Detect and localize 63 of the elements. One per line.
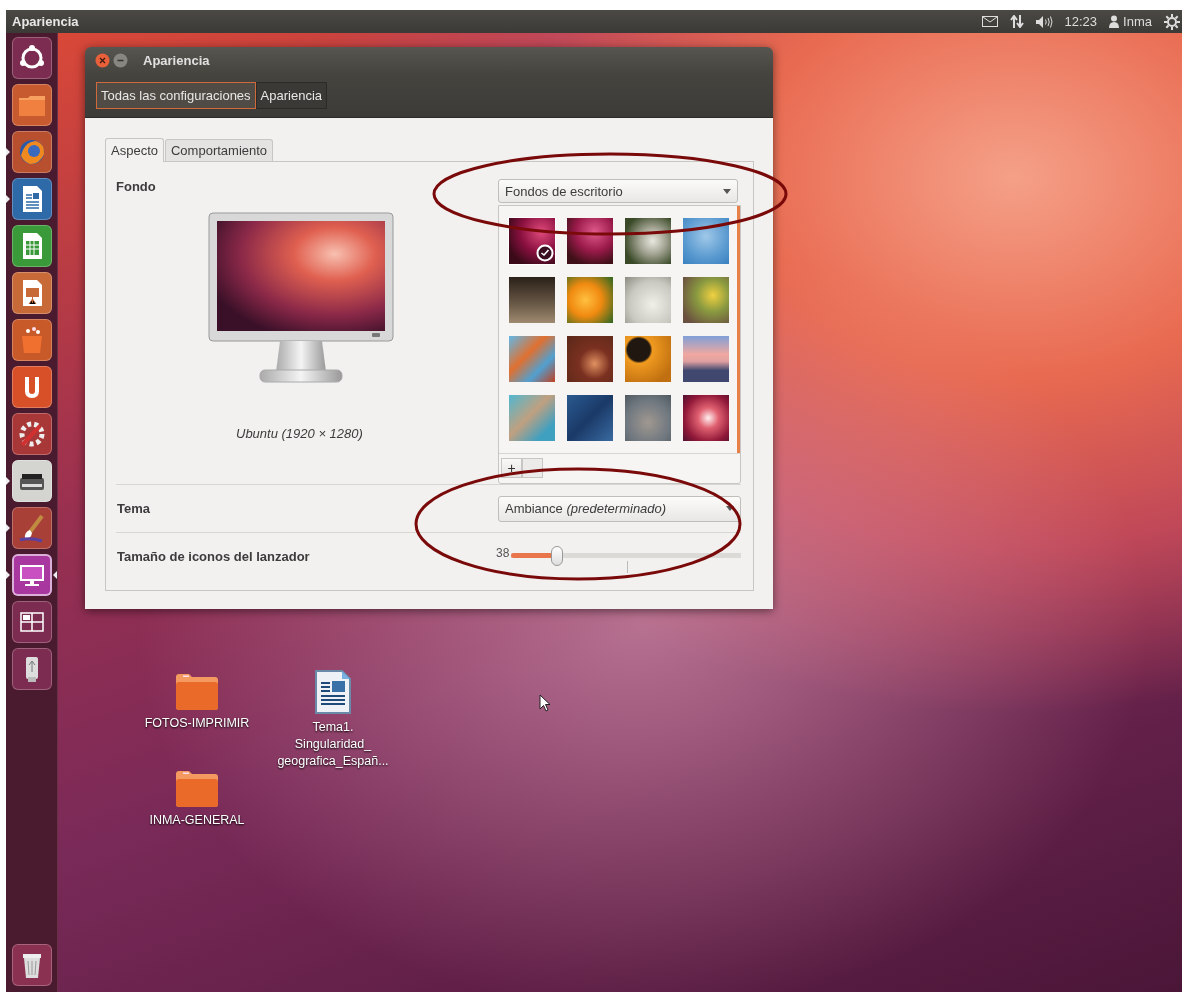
wallpaper-thumbnail[interactable] [567,277,613,323]
wallpaper-thumbnail[interactable] [683,336,729,382]
setting-label: Tamaño de iconos del lanzador [117,549,310,564]
settings-icon[interactable] [1164,13,1180,30]
envelope-icon[interactable] [981,16,998,27]
paintbrush-icon[interactable] [11,507,52,549]
desktop-icon-label[interactable]: Tema1. Singularidad_ geografica_Españ... [273,719,393,770]
browser-globe-icon[interactable] [11,131,52,173]
user-icon[interactable] [1109,15,1120,28]
spreadsheet-icon[interactable] [11,225,52,267]
trash-icon[interactable] [11,944,52,986]
wallpaper-thumbnail[interactable] [509,218,555,264]
desktop-icon-label[interactable]: FOTOS-IMPRIMIR [137,715,257,732]
wallpaper-thumbnail[interactable] [567,336,613,382]
presentation-icon[interactable] [11,272,52,314]
gear-wrench-icon[interactable] [11,413,52,455]
wallpaper-thumbnail[interactable] [683,395,729,441]
wallpaper-thumbnail[interactable] [509,336,555,382]
wallpaper-thumbnail[interactable] [625,218,671,264]
slider-value: 38 [496,545,510,560]
scanner-icon[interactable] [11,460,52,502]
folder-icon[interactable] [175,770,219,808]
ubuntu-logo-icon[interactable] [11,37,52,79]
app-title: Apariencia [12,14,79,29]
mouse-pointer-icon [539,694,551,712]
clock[interactable]: 12:23 [1064,14,1098,29]
theme-dropdown[interactable]: Ambiance (predeterminado) [498,495,741,522]
desktop-icon-label[interactable]: INMA-GENERAL [137,812,257,829]
folder-icon[interactable] [11,84,52,126]
dropdown-arrow-icon [723,188,731,194]
wallpaper-thumbnail[interactable] [625,336,671,382]
wallpaper-caption: Ubuntu (1920 × 1280) [236,426,363,441]
minimize-icon[interactable] [113,53,128,68]
network-arrows-icon[interactable] [1009,15,1024,28]
folder-icon[interactable] [175,673,219,711]
window-title: Apariencia [143,53,210,68]
workspaces-icon[interactable] [11,601,52,643]
tab[interactable]: Comportamiento [165,139,274,161]
wallpaper-thumbnail[interactable] [567,395,613,441]
monitor-icon[interactable] [11,554,52,596]
wallpaper-thumbnail[interactable] [625,277,671,323]
shopping-bag-icon[interactable] [11,319,52,361]
wallpaper-thumbnail[interactable] [509,395,555,441]
tab[interactable]: Aspecto [105,138,164,162]
wallpaper-thumbnail[interactable] [567,218,613,264]
dropdown-arrow-icon [726,506,734,511]
breadcrumb-button[interactable]: Todas las configuraciones [96,82,256,109]
usb-drive-icon[interactable] [11,648,52,690]
wallpaper-thumbnail[interactable] [683,218,729,264]
section-label: Fondo [116,179,156,194]
setting-label: Tema [117,501,150,516]
slider-thumb[interactable] [551,545,564,566]
breadcrumb-button[interactable]: Apariencia [255,82,328,109]
letter-u-icon[interactable] [11,366,52,408]
text-document-icon[interactable] [11,178,52,220]
wallpaper-thumbnail[interactable] [509,277,555,323]
wallpaper-thumbnail[interactable] [683,277,729,323]
wallpaper-thumbnail[interactable] [625,395,671,441]
user-name[interactable]: Inma [1123,14,1152,29]
close-icon[interactable] [95,53,110,68]
text-document-icon[interactable] [314,669,352,715]
wallpaper-source-dropdown[interactable]: Fondos de escritorio [498,179,738,203]
volume-icon[interactable] [1035,15,1053,28]
